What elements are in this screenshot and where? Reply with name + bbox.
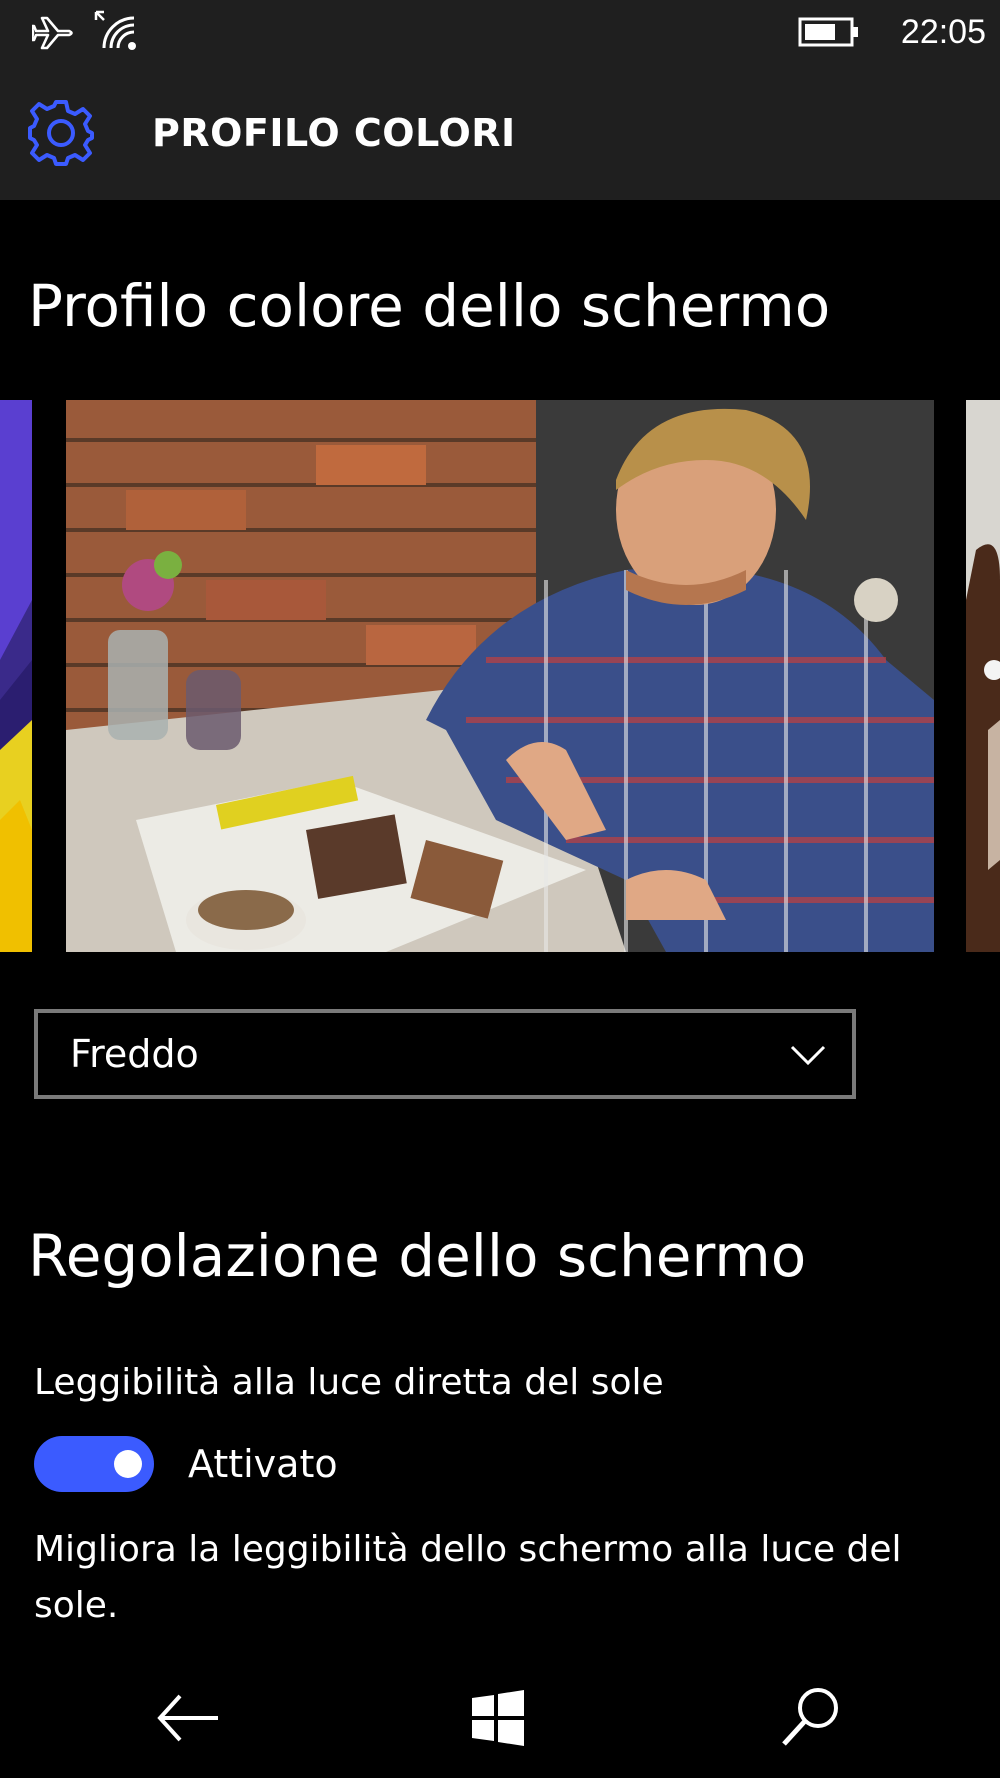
clock: 22:05 (900, 13, 986, 51)
dropdown-selected-value: Freddo (70, 1032, 199, 1076)
color-profile-carousel[interactable] (0, 400, 1000, 952)
search-icon[interactable] (770, 1678, 850, 1758)
sunlight-readability-label: Leggibilità alla luce diretta del sole (34, 1362, 664, 1403)
screen-adjustment-heading: Regolazione dello schermo (28, 1222, 807, 1290)
windows-logo-icon[interactable] (458, 1678, 538, 1758)
gear-icon (28, 100, 94, 166)
previous-slide-image[interactable] (0, 400, 32, 952)
status-bar: 22:05 (0, 0, 1000, 66)
toggle-knob (114, 1450, 142, 1478)
sunlight-readability-description: Migliora la leggibilità dello schermo al… (34, 1529, 902, 1626)
next-slide-image[interactable] (966, 400, 1000, 952)
navigation-bar (0, 1656, 1000, 1778)
color-profile-preview-image (66, 400, 934, 952)
wifi-icon (94, 10, 136, 50)
page-title: PROFILO COLORI (152, 111, 516, 155)
color-profile-heading: Profilo colore dello schermo (28, 272, 831, 340)
toggle-state-label: Attivato (188, 1442, 338, 1486)
color-profile-dropdown[interactable]: Freddo (34, 1009, 856, 1099)
airplane-mode-icon (32, 16, 73, 50)
battery-icon (798, 17, 858, 47)
chevron-down-icon (790, 1045, 826, 1066)
sunlight-readability-toggle[interactable] (34, 1436, 154, 1492)
app-header: PROFILO COLORI (0, 66, 1000, 200)
back-arrow-icon[interactable] (148, 1678, 228, 1758)
